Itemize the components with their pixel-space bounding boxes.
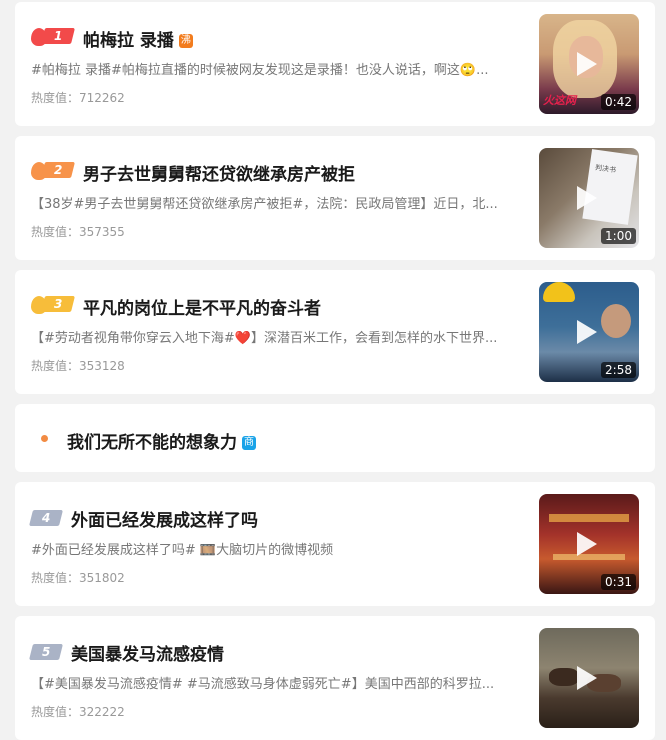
- video-duration: 0:42: [601, 94, 636, 110]
- item-title[interactable]: 男子去世舅舅帮还贷欲继承房产被拒: [83, 160, 355, 185]
- rank-number: 1: [53, 29, 63, 43]
- video-duration: 2:58: [601, 362, 636, 378]
- hot-list-item[interactable]: 1 帕梅拉 录播沸 #帕梅拉 录播#帕梅拉直播的时候被网友发现这是录播！也没人说…: [15, 2, 655, 126]
- rank-number: 2: [53, 163, 63, 177]
- item-title[interactable]: 外面已经发展成这样了吗: [71, 506, 258, 531]
- heat-value: 热度值：357355: [31, 225, 125, 239]
- play-icon: [577, 666, 597, 690]
- heat-value: 热度值：322222: [31, 705, 125, 719]
- item-title[interactable]: 我们无所不能的想象力商: [67, 428, 256, 453]
- play-icon: [577, 532, 597, 556]
- item-description: 【#美国暴发马流感疫情# #马流感致马身体虚弱死亡#】美国中西部的科罗拉...: [31, 677, 495, 692]
- video-thumbnail[interactable]: 0:31: [539, 494, 639, 594]
- item-description: 【38岁#男子去世舅舅帮还贷欲继承房产被拒#，法院：民政局管理】近日，北...: [31, 197, 498, 212]
- promoted-item[interactable]: 我们无所不能的想象力商: [15, 404, 655, 472]
- hot-badge: 沸: [178, 34, 193, 48]
- video-thumbnail[interactable]: [539, 628, 639, 728]
- item-title[interactable]: 帕梅拉 录播沸: [83, 26, 193, 51]
- video-thumbnail[interactable]: 判决书 1:00: [539, 148, 639, 248]
- rank-badge: 3: [31, 294, 75, 314]
- play-icon: [577, 320, 597, 344]
- item-title[interactable]: 平凡的岗位上是不平凡的奋斗者: [83, 294, 321, 319]
- rank-badge: 5: [29, 644, 63, 660]
- video-duration: 1:00: [601, 228, 636, 244]
- heat-value: 热度值：351802: [31, 571, 125, 585]
- item-description: 【#劳动者视角带你穿云入地下海#❤️】深潜百米工作，会看到怎样的水下世界...: [31, 331, 498, 346]
- heat-value: 热度值：712262: [31, 91, 125, 105]
- item-description: #帕梅拉 录播#帕梅拉直播的时候被网友发现这是录播！也没人说话，啊这🙄...: [31, 63, 489, 78]
- rank-number: 4: [41, 511, 51, 525]
- bullet-dot: [41, 435, 48, 442]
- play-icon: [577, 52, 597, 76]
- rank-number: 5: [41, 645, 51, 659]
- rank-badge: 1: [31, 26, 75, 46]
- video-duration: 0:31: [601, 574, 636, 590]
- ad-badge: 商: [242, 436, 256, 450]
- thumbnail-caption: 火这网: [543, 94, 576, 107]
- rank-badge: 2: [31, 160, 75, 180]
- item-title[interactable]: 美国暴发马流感疫情: [71, 640, 224, 665]
- rank-badge: 4: [29, 510, 63, 526]
- video-thumbnail[interactable]: 火这网 0:42: [539, 14, 639, 114]
- hot-list-item[interactable]: 3 平凡的岗位上是不平凡的奋斗者 【#劳动者视角带你穿云入地下海#❤️】深潜百米…: [15, 270, 655, 394]
- play-icon: [577, 186, 597, 210]
- rank-number: 3: [53, 297, 63, 311]
- video-thumbnail[interactable]: 2:58: [539, 282, 639, 382]
- hot-list-item[interactable]: 2 男子去世舅舅帮还贷欲继承房产被拒 【38岁#男子去世舅舅帮还贷欲继承房产被拒…: [15, 136, 655, 260]
- heat-value: 热度值：353128: [31, 359, 125, 373]
- hot-list-item[interactable]: 5 美国暴发马流感疫情 【#美国暴发马流感疫情# #马流感致马身体虚弱死亡#】美…: [15, 616, 655, 740]
- item-description: #外面已经发展成这样了吗# 🎞️大脑切片的微博视频: [31, 543, 334, 558]
- hot-list-item[interactable]: 4 外面已经发展成这样了吗 #外面已经发展成这样了吗# 🎞️大脑切片的微博视频 …: [15, 482, 655, 606]
